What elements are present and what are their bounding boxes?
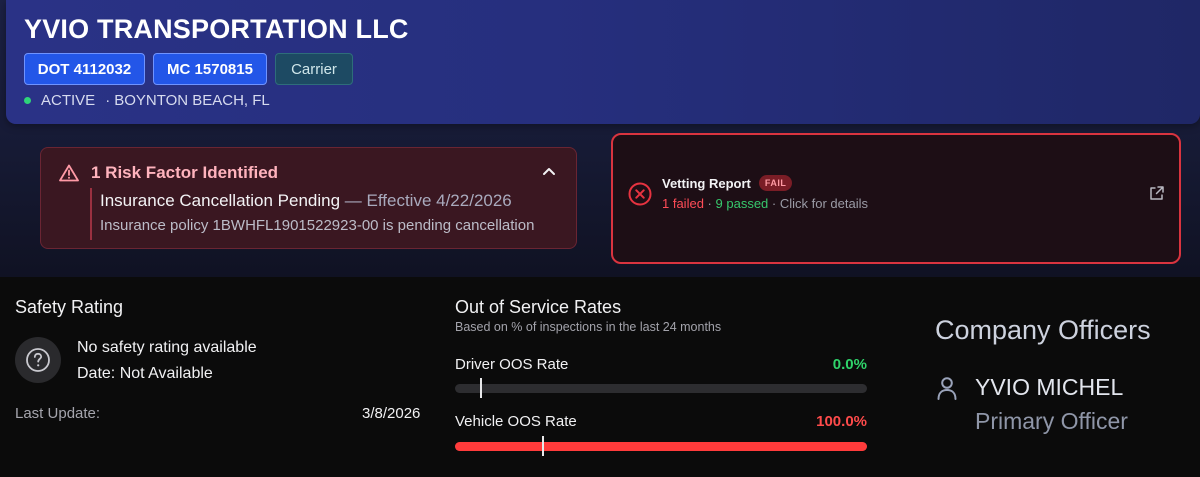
location-text: BOYNTON BEACH, FL <box>114 92 270 109</box>
officer-role: Primary Officer <box>975 408 1128 434</box>
officer-name: YVIO MICHEL <box>975 374 1124 400</box>
risk-item-heading: Insurance Cancellation Pending — Effecti… <box>100 191 560 211</box>
risk-factor-item: Insurance Cancellation Pending — Effecti… <box>90 188 560 240</box>
company-officers-title: Company Officers <box>935 315 1151 345</box>
risk-factor-panel: 1 Risk Factor Identified Insurance Cance… <box>40 147 577 249</box>
last-update-label: Last Update: <box>15 405 101 422</box>
fail-x-circle-icon <box>628 182 652 206</box>
vehicle-oos-bar-fill <box>455 442 867 451</box>
safety-rating-date: Date: Not Available <box>77 365 213 382</box>
dot-number-badge[interactable]: DOT 4112032 <box>24 53 145 85</box>
status-row: ACTIVE · BOYNTON BEACH, FL <box>24 92 270 109</box>
risk-item-effective-date: — Effective 4/22/2026 <box>344 191 512 210</box>
click-for-details: · Click for details <box>771 196 868 211</box>
risk-item-description: Insurance policy 1BWHFL1901522923-00 is … <box>100 217 535 234</box>
chevron-up-icon[interactable] <box>542 166 556 176</box>
vetting-report-title: Vetting Report <box>662 175 751 191</box>
warning-icon <box>59 164 79 182</box>
person-icon <box>937 377 957 400</box>
carrier-type-badge: Carrier <box>275 53 353 85</box>
summary-separator: · <box>707 196 712 211</box>
status-text: ACTIVE <box>41 92 96 109</box>
failed-count: 1 failed <box>662 196 704 211</box>
oos-rates-subtitle: Based on % of inspections in the last 24… <box>455 320 722 334</box>
carrier-header: YVIO TRANSPORTATION LLC DOT 4112032 MC 1… <box>6 0 1200 124</box>
passed-count: 9 passed <box>715 196 769 211</box>
vehicle-oos-label: Vehicle OOS Rate <box>455 413 577 430</box>
last-update-value: 3/8/2026 <box>362 405 421 422</box>
vehicle-oos-bar <box>455 436 867 456</box>
driver-oos-value: 0.0% <box>832 356 867 373</box>
driver-oos-label: Driver OOS Rate <box>455 356 569 373</box>
risk-factor-header[interactable]: 1 Risk Factor Identified <box>59 163 278 183</box>
vehicle-oos-value: 100.0% <box>816 413 867 430</box>
risk-item-title: Insurance Cancellation Pending <box>100 191 341 210</box>
company-name: YVIO TRANSPORTATION LLC <box>24 14 409 44</box>
mc-number-badge[interactable]: MC 1570815 <box>153 53 267 85</box>
risk-factor-title: 1 Risk Factor Identified <box>91 163 279 182</box>
safety-rating-status: No safety rating available <box>77 339 257 356</box>
fail-badge: FAIL <box>758 175 793 191</box>
active-status-dot <box>24 97 31 104</box>
oos-rates-title: Out of Service Rates <box>455 297 622 317</box>
vetting-report-card[interactable]: Vetting Report FAIL 1 failed · 9 passed … <box>611 133 1181 264</box>
question-mark-icon <box>15 337 61 383</box>
vetting-summary: 1 failed · 9 passed · Click for details <box>662 196 868 211</box>
external-link-icon[interactable] <box>1149 185 1165 201</box>
vetting-report-heading: Vetting Report FAIL <box>662 175 793 191</box>
vehicle-oos-average-marker <box>541 436 544 456</box>
safety-rating-title: Safety Rating <box>15 297 124 317</box>
driver-oos-average-marker <box>479 378 482 398</box>
location-separator: · <box>105 92 111 109</box>
driver-oos-bar <box>455 378 867 398</box>
